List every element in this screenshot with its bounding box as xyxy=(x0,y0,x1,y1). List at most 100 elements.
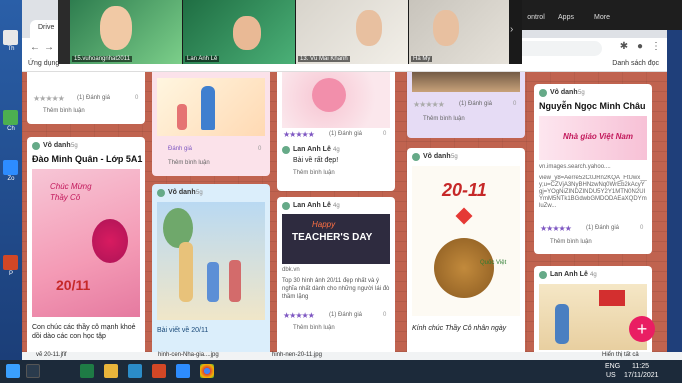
post-image[interactable]: Chúc Mừng Thầy Cô 20/11 xyxy=(32,169,140,317)
extension-icon[interactable]: ✱ xyxy=(618,41,630,53)
avatar xyxy=(157,189,165,197)
post-card[interactable]: Lan Anh Lê 4g Happy TEACHER'S DAY dbk.vn… xyxy=(277,197,395,352)
post-author: Vô danh xyxy=(550,89,578,96)
desktop-icon-2[interactable] xyxy=(3,110,18,125)
comment-count: 0 xyxy=(383,312,387,318)
chrome-icon[interactable] xyxy=(200,364,214,378)
desktop-icon-1[interactable] xyxy=(3,30,18,45)
comment-count: 0 xyxy=(135,95,139,101)
participant-name: Hà My xyxy=(411,56,433,62)
post-image[interactable]: Happy TEACHER'S DAY xyxy=(282,214,390,264)
input-locale: US xyxy=(606,372,616,379)
menu-icon[interactable]: ⋮ xyxy=(650,41,662,53)
rating-label: (1) Đánh giá xyxy=(586,225,620,231)
avatar xyxy=(539,89,547,97)
rating-label: (1) Đánh giá xyxy=(459,101,493,107)
post-image[interactable] xyxy=(157,202,265,320)
rating-label[interactable]: Đánh giá xyxy=(168,146,192,152)
clock-time[interactable]: 11:25 xyxy=(632,363,649,370)
heart-decoration xyxy=(455,207,473,225)
image-text-date: 20-11 xyxy=(442,180,487,200)
back-icon[interactable]: ← xyxy=(30,42,40,53)
post-image[interactable]: Nhà giáo Việt Nam xyxy=(539,116,647,160)
post-image[interactable] xyxy=(157,78,265,136)
teacher-figure xyxy=(179,242,193,302)
flag-decoration xyxy=(599,290,625,306)
post-card[interactable]: ★★★★★ (1) Đánh giá 0 Thêm bình luận xyxy=(407,72,525,138)
rating-stars[interactable]: ★★★★★ xyxy=(283,130,315,139)
post-image[interactable] xyxy=(412,72,520,92)
rating-stars[interactable]: ★★★★★ xyxy=(413,100,445,109)
rating-label: (1) Đánh giá xyxy=(329,312,363,318)
post-card[interactable]: Vô danh 5g Đào Minh Quân - Lớp 5A1 Chúc … xyxy=(27,137,145,352)
edge-icon[interactable] xyxy=(128,364,142,378)
post-card[interactable]: Vô danh 5g 20-11 Quốc Việt Kính chúc Thầ… xyxy=(407,148,525,352)
rating-stars[interactable]: ★★★★★ xyxy=(33,94,65,103)
bookmark-apps[interactable]: Ứng dụng xyxy=(28,60,59,67)
link-description: Top 30 hình ảnh 20/11 đẹp nhất và ý nghĩ… xyxy=(282,278,390,300)
flower-decoration xyxy=(92,219,128,263)
child-figure xyxy=(177,104,187,130)
post-card[interactable]: Vô danh 5g Bài viết về 20/11 xyxy=(152,184,270,352)
video-tile[interactable]: 13. Vũ Mai Khanh xyxy=(296,0,408,64)
downloads-bar: vẽ 20-11.jfif hinh-cen-Nha-gia....jpg hi… xyxy=(22,352,682,360)
image-text-title: Nhà giáo Việt Nam xyxy=(563,132,633,141)
link-url[interactable]: view_y8=Aerre52C0JRn2KQA_FtUwx__y;u=CZVj… xyxy=(539,175,647,215)
comment-author: Lan Anh Lê xyxy=(293,146,331,153)
video-tile[interactable]: Hà My xyxy=(409,0,509,64)
post-image[interactable] xyxy=(282,72,390,128)
desktop: Th Ch Zo P xyxy=(0,0,22,360)
post-card[interactable]: ★★★★★ (1) Đánh giá 0 Lan Anh Lê 4g Bài v… xyxy=(277,72,395,191)
taskbar: ENG US 11:25 17/11/2021 xyxy=(0,360,682,383)
zoom-icon[interactable] xyxy=(176,364,190,378)
start-icon[interactable] xyxy=(6,364,20,378)
post-image[interactable]: 20-11 Quốc Việt xyxy=(412,166,520,316)
add-post-button[interactable]: + xyxy=(629,316,655,342)
add-comment[interactable]: Thêm bình luận xyxy=(43,108,85,114)
post-time: 5g xyxy=(578,90,585,96)
comment-count: 0 xyxy=(258,146,262,152)
zoom-more-item[interactable]: More xyxy=(582,14,622,21)
flower-decoration xyxy=(312,78,346,112)
powerpoint-desktop-icon[interactable] xyxy=(3,255,18,270)
clock-date[interactable]: 17/11/2021 xyxy=(624,372,659,379)
zoom-controls[interactable] xyxy=(58,0,70,64)
search-icon[interactable] xyxy=(26,364,40,378)
padlet-board: ★★★★★ (1) Đánh giá 0 Thêm bình luận Vô d… xyxy=(22,72,667,352)
post-card[interactable]: ★★★★★ (1) Đánh giá 0 Thêm bình luận xyxy=(27,72,145,124)
participant-name: Lan Anh Lê xyxy=(185,56,220,62)
zoom-apps-item[interactable]: Apps xyxy=(546,14,586,21)
post-image[interactable] xyxy=(539,284,647,350)
add-comment[interactable]: Thêm bình luận xyxy=(293,170,335,176)
download-item[interactable]: hinh-nen-20-11.jpg xyxy=(272,352,322,358)
video-tile[interactable]: 15.vuhoangnhat2011 xyxy=(70,0,182,64)
reading-list[interactable]: Danh sách đọc xyxy=(612,60,659,67)
video-tile[interactable]: Lan Anh Lê xyxy=(183,0,295,64)
link-source[interactable]: dbk.vn xyxy=(282,267,300,273)
download-item[interactable]: hinh-cen-Nha-gia....jpg xyxy=(158,352,219,358)
image-text-teachers-day: TEACHER'S DAY xyxy=(292,232,373,243)
zoom-desktop-icon[interactable] xyxy=(3,160,18,175)
participant-face xyxy=(356,10,382,46)
post-card[interactable]: Đánh giá 0 Thêm bình luận xyxy=(152,72,270,176)
input-language[interactable]: ENG xyxy=(605,363,620,370)
file-explorer-icon[interactable] xyxy=(104,364,118,378)
forward-icon[interactable]: → xyxy=(44,42,54,53)
rating-stars[interactable]: ★★★★★ xyxy=(283,311,315,320)
next-participants-icon[interactable]: › xyxy=(510,24,513,35)
show-all-downloads[interactable]: Hiển thị tất cả xyxy=(602,352,639,358)
zoom-video-strip: 15.vuhoangnhat2011 Lan Anh Lê 13. Vũ Mai… xyxy=(58,0,522,64)
add-comment[interactable]: Thêm bình luận xyxy=(168,160,210,166)
profile-icon[interactable]: ● xyxy=(634,41,646,53)
powerpoint-icon[interactable] xyxy=(152,364,166,378)
desktop-label-4: P xyxy=(8,271,13,277)
post-card[interactable]: Vô danh 5g Nguyễn Ngọc Minh Châu Nhà giá… xyxy=(534,84,652,254)
add-comment[interactable]: Thêm bình luận xyxy=(293,325,335,331)
teacher-figure xyxy=(555,304,569,344)
download-item[interactable]: vẽ 20-11.jfif xyxy=(36,352,67,358)
excel-icon[interactable] xyxy=(80,364,94,378)
add-comment[interactable]: Thêm bình luận xyxy=(423,116,465,122)
add-comment[interactable]: Thêm bình luận xyxy=(550,239,592,245)
link-source[interactable]: vn.images.search.yahoo.... xyxy=(539,164,611,170)
rating-stars[interactable]: ★★★★★ xyxy=(540,224,572,233)
